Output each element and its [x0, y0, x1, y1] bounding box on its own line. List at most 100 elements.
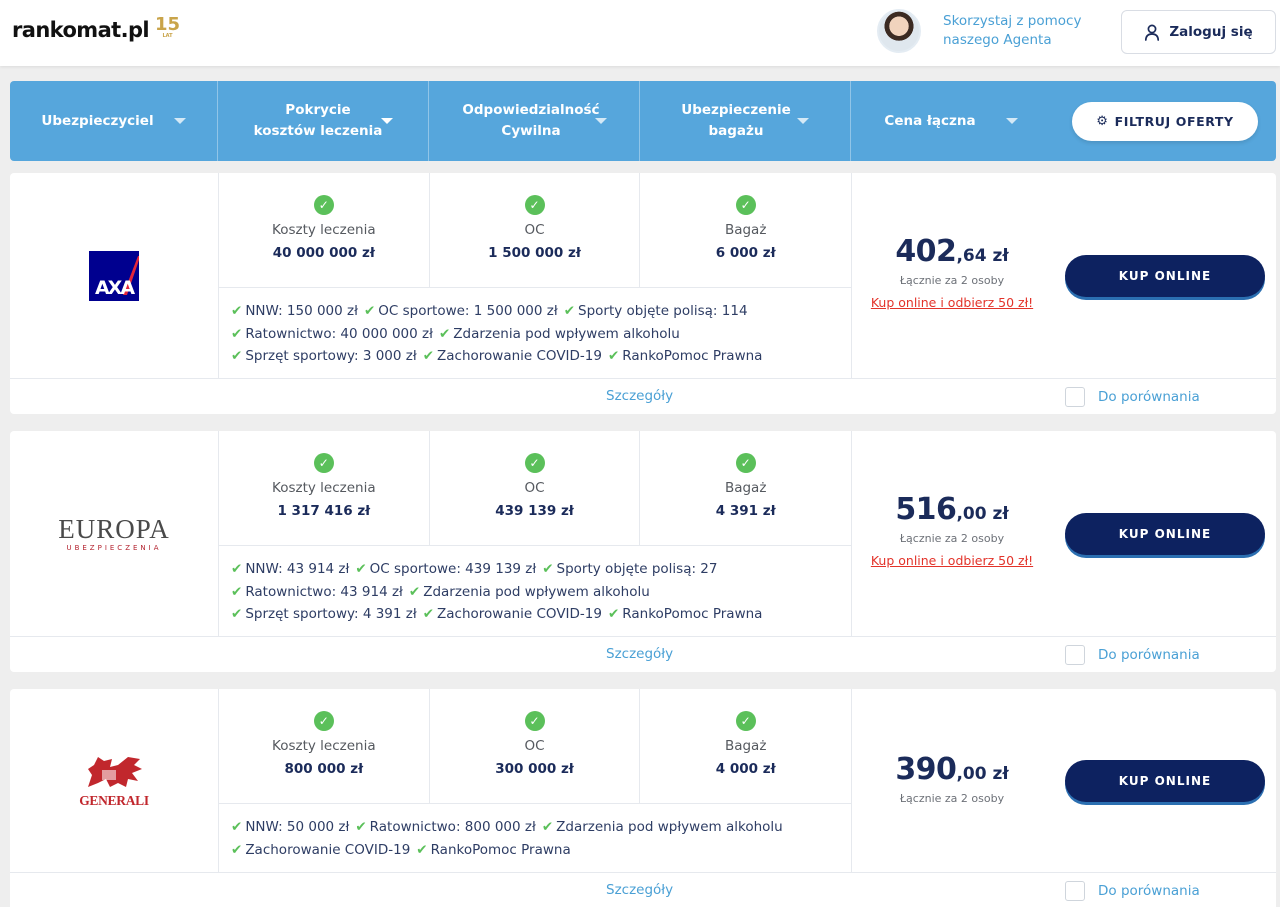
sort-luggage[interactable]: Ubezpieczenie bagażu [640, 81, 851, 161]
compare-label: Do porównania [1098, 883, 1200, 899]
coverage-summary: ✓ Koszty leczenia 40 000 000 zł ✓ OC 1 5… [218, 173, 852, 288]
chevron-down-icon [381, 118, 393, 124]
coverage-label: OC [524, 222, 545, 238]
chevron-down-icon [797, 118, 809, 124]
check-icon: ✔ [541, 819, 554, 835]
feature-item: ✔ NNW: 150 000 zł [231, 300, 358, 323]
rankomat-logo[interactable]: rankomat.pl 15 LAT [12, 16, 180, 43]
feature-text: Zdarzenia pod wpływem alkoholu [556, 819, 783, 835]
agent-help-link[interactable]: Skorzystaj z pomocy naszego Agenta [877, 9, 1103, 53]
feature-list: ✔ NNW: 50 000 zł ✔ Ratownictwo: 800 000 zł ✔… [218, 804, 852, 872]
buy-online-button[interactable]: KUP ONLINE [1065, 760, 1265, 802]
check-icon: ✔ [231, 561, 243, 577]
coverage-label: Bagaż [724, 738, 767, 754]
coverage-label: Koszty leczenia [272, 738, 376, 754]
anniversary-badge: 15 LAT [155, 16, 180, 39]
coverage-value: 800 000 zł [284, 761, 364, 777]
feature-text: Ratownictwo: 800 000 zł [369, 819, 536, 835]
feature-item: ✔ Zachorowanie COVID-19 [423, 603, 602, 626]
login-label: Zaloguj się [1169, 24, 1253, 40]
coverage-value: 439 139 zł [495, 503, 574, 519]
price-integer: 390 [895, 752, 957, 787]
buy-online-button[interactable]: KUP ONLINE [1065, 513, 1265, 555]
coverage-label: Koszty leczenia [272, 222, 376, 238]
feature-item: ✔ NNW: 50 000 zł [231, 816, 349, 839]
compare-checkbox[interactable]: Do porównania [1065, 387, 1200, 407]
login-button[interactable]: Zaloguj się [1121, 10, 1276, 54]
top-navigation-bar: rankomat.pl 15 LAT Skorzystaj z pomocy n… [0, 0, 1280, 66]
feature-item: ✔ RankoPomoc Prawna [416, 839, 570, 862]
price-note: Łącznie za 2 osoby [899, 532, 1005, 545]
card-footer: Szczegóły Do porównania [10, 636, 1276, 672]
feature-item: ✔ Zachorowanie COVID-19 [423, 345, 602, 368]
price-integer: 402 [895, 234, 957, 269]
feature-text: Ratownictwo: 40 000 000 zł [245, 325, 433, 342]
coverage-luggage: ✓ Bagaż 6 000 zł [640, 173, 851, 287]
insurer-logo-europa: EUROPA UBEZPIECZENIA [10, 431, 218, 636]
check-icon: ✓ [735, 711, 756, 731]
sort-medical-coverage[interactable]: Pokrycie kosztów leczenia [218, 81, 429, 161]
buy-online-button[interactable]: KUP ONLINE [1065, 255, 1265, 297]
feature-text: NNW: 43 914 zł [245, 561, 350, 577]
filter-offers-label: FILTRUJ OFERTY [1114, 114, 1234, 129]
promo-link[interactable]: Kup online i odbierz 50 zł! [852, 553, 1052, 568]
check-icon: ✔ [231, 841, 243, 858]
coverage-label: Bagaż [724, 222, 767, 238]
check-icon: ✔ [438, 325, 451, 342]
sort-insurer-label: Ubezpieczyciel [41, 112, 154, 129]
checkbox-box[interactable] [1065, 881, 1085, 901]
coverage-value: 4 000 zł [715, 761, 776, 777]
feature-list: ✔ NNW: 150 000 zł ✔ OC sportowe: 1 500 000 … [218, 288, 852, 378]
sort-liability-label: Odpowiedzialność Cywilna [462, 102, 600, 139]
feature-item: ✔ NNW: 43 914 zł [231, 558, 349, 581]
checkbox-box[interactable] [1065, 387, 1085, 407]
details-link[interactable]: Szczegóły [606, 882, 673, 898]
price-integer: 516 [895, 492, 957, 527]
check-icon: ✓ [313, 195, 334, 215]
details-link[interactable]: Szczegóły [606, 646, 673, 662]
promo-link[interactable]: Kup online i odbierz 50 zł! [852, 295, 1052, 310]
feature-text: RankoPomoc Prawna [622, 606, 763, 622]
check-icon: ✓ [313, 711, 334, 731]
sort-price[interactable]: Cena łączna [851, 81, 1051, 161]
gear-icon: ⚙ [1096, 114, 1109, 129]
check-icon: ✔ [408, 583, 421, 600]
total-price: 516,00 zł [852, 493, 1052, 531]
compare-label: Do porównania [1098, 389, 1200, 405]
feature-text: Zachorowanie COVID-19 [437, 606, 602, 622]
details-link[interactable]: Szczegóły [606, 388, 673, 404]
price-note: Łącznie za 2 osoby [899, 792, 1005, 805]
coverage-label: Koszty leczenia [272, 480, 376, 496]
price-note: Łącznie za 2 osoby [899, 274, 1005, 287]
feature-text: RankoPomoc Prawna [430, 841, 571, 858]
coverage-luggage: ✓ Bagaż 4 000 zł [640, 689, 851, 803]
check-icon: ✓ [735, 195, 756, 215]
generali-logo: GENERALI [79, 753, 149, 809]
check-icon: ✔ [607, 348, 620, 364]
check-icon: ✔ [542, 561, 554, 577]
coverage-label: OC [524, 480, 545, 496]
feature-text: Sporty objęte polisą: 27 [556, 561, 718, 577]
sort-insurer[interactable]: Ubezpieczyciel [10, 81, 218, 161]
price-block: 390,00 zł Łącznie za 2 osoby [852, 753, 1052, 806]
coverage-value: 4 391 zł [715, 503, 776, 519]
compare-checkbox[interactable]: Do porównania [1065, 645, 1200, 665]
feature-item: ✔ RankoPomoc Prawna [608, 345, 762, 368]
check-icon: ✔ [231, 303, 243, 319]
price-decimal: ,00 zł [956, 764, 1009, 784]
sort-liability[interactable]: Odpowiedzialność Cywilna [429, 81, 640, 161]
feature-item: ✔ Zdarzenia pod wpływem alkoholu [542, 816, 783, 839]
total-price: 390,00 zł [852, 753, 1052, 791]
checkbox-box[interactable] [1065, 645, 1085, 665]
filter-offers-button[interactable]: ⚙ FILTRUJ OFERTY [1072, 102, 1258, 141]
user-icon [1145, 24, 1160, 41]
check-icon: ✔ [422, 606, 435, 622]
feature-text: Zachorowanie COVID-19 [245, 841, 411, 858]
compare-checkbox[interactable]: Do porównania [1065, 881, 1200, 901]
feature-item: ✔ RankoPomoc Prawna [608, 603, 762, 626]
total-price: 402,64 zł [852, 235, 1052, 273]
coverage-value: 6 000 zł [715, 245, 776, 261]
generali-logo-text: GENERALI [79, 792, 149, 808]
check-icon: ✔ [416, 841, 428, 858]
coverage-value: 1 317 416 zł [277, 503, 371, 519]
